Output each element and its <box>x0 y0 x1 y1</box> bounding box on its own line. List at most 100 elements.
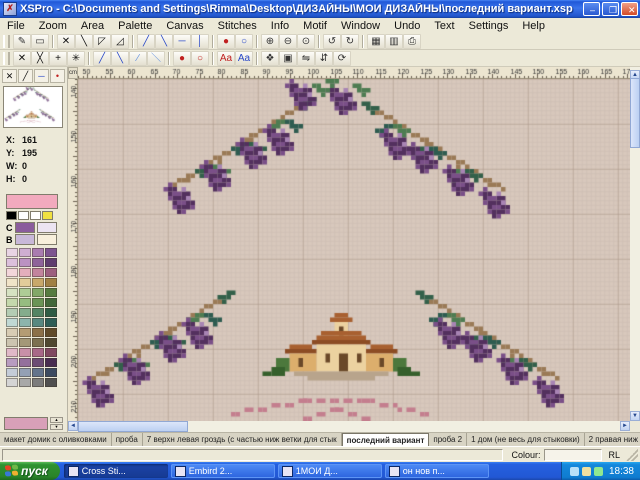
palette-swatch[interactable] <box>19 318 31 327</box>
palette-swatch[interactable] <box>6 308 18 317</box>
pencil-tool-button[interactable]: ✎ <box>13 34 31 49</box>
palette-swatch[interactable] <box>6 268 18 277</box>
backstitch-ne-tool-button[interactable]: ╱ <box>137 34 155 49</box>
scroll-right-button[interactable]: ► <box>620 421 630 431</box>
full-stitch-tool-button[interactable]: ✕ <box>57 34 75 49</box>
half-stitch-tool-button[interactable]: ╲ <box>75 34 93 49</box>
task-button[interactable]: 1МОИ Д... <box>278 464 382 478</box>
stitch-cross-button[interactable]: ✕ <box>13 51 31 66</box>
palette-swatch[interactable] <box>45 278 57 287</box>
basic-colour-swatch[interactable] <box>42 211 53 220</box>
menu-item-undo[interactable]: Undo <box>387 19 427 33</box>
flip-horizontal-button[interactable]: ⇋ <box>297 51 315 66</box>
backstitch-thin-button[interactable]: ╱ <box>93 51 111 66</box>
palette-swatch[interactable] <box>19 288 31 297</box>
select-tool-button[interactable]: ▭ <box>31 34 49 49</box>
palette-swatch[interactable] <box>6 278 18 287</box>
menu-item-stitches[interactable]: Stitches <box>211 19 264 33</box>
palette-swatch[interactable] <box>32 308 44 317</box>
palette-swatch[interactable] <box>19 378 31 387</box>
palette-swatch[interactable] <box>45 298 57 307</box>
colour-c-swatch-1[interactable] <box>15 222 35 233</box>
palette-swatch[interactable] <box>32 278 44 287</box>
backstitch-long-button[interactable]: ＼ <box>147 51 165 66</box>
vertical-scroll-thumb[interactable] <box>630 78 640 148</box>
palette-swatch[interactable] <box>45 288 57 297</box>
quarter-stitch-tool-button[interactable]: ◸ <box>93 34 111 49</box>
palette-scroll-down[interactable]: ▼ <box>50 424 63 430</box>
palette-swatch[interactable] <box>45 378 57 387</box>
palette-swatch[interactable] <box>6 298 18 307</box>
basic-colour-swatch[interactable] <box>18 211 29 220</box>
palette-swatch[interactable] <box>45 308 57 317</box>
colour-b-swatch-2[interactable] <box>37 234 57 245</box>
palette-wide-swatch[interactable] <box>4 417 48 430</box>
three-quarter-stitch-tool-button[interactable]: ◿ <box>111 34 129 49</box>
backstitch-v-tool-button[interactable]: │ <box>191 34 209 49</box>
zoom-fit-button[interactable]: ⊙ <box>297 34 315 49</box>
menu-item-window[interactable]: Window <box>334 19 387 33</box>
palette-swatch[interactable] <box>6 258 18 267</box>
backstitch-light-button[interactable]: ∕ <box>129 51 147 66</box>
mini-half-stitch-button[interactable]: ╱ <box>18 69 33 83</box>
palette-swatch[interactable] <box>19 248 31 257</box>
scroll-left-button[interactable]: ◄ <box>68 421 78 431</box>
palette-swatch[interactable] <box>19 278 31 287</box>
palette-swatch[interactable] <box>19 258 31 267</box>
palette-swatch[interactable] <box>6 338 18 347</box>
palette-swatch[interactable] <box>32 338 44 347</box>
menu-item-zoom[interactable]: Zoom <box>32 19 74 33</box>
palette-swatch[interactable] <box>19 328 31 337</box>
basic-colour-swatch[interactable] <box>6 211 17 220</box>
tray-volume-icon[interactable] <box>582 467 591 476</box>
palette-swatch[interactable] <box>19 298 31 307</box>
pattern-tab[interactable]: проба <box>112 433 143 447</box>
menu-item-motif[interactable]: Motif <box>296 19 334 33</box>
selected-colour-swatch[interactable] <box>6 194 58 209</box>
redo-button[interactable]: ↻ <box>341 34 359 49</box>
bead-tool-button[interactable]: ○ <box>235 34 253 49</box>
palette-swatch[interactable] <box>6 368 18 377</box>
menu-item-area[interactable]: Area <box>74 19 111 33</box>
palette-scroll-up[interactable]: ▲ <box>50 417 63 423</box>
mini-full-stitch-button[interactable]: ✕ <box>2 69 17 83</box>
task-button[interactable]: Cross Sti... <box>64 464 168 478</box>
knot-open-button[interactable]: ○ <box>191 51 209 66</box>
palette-swatch[interactable] <box>6 318 18 327</box>
close-button[interactable]: ✕ <box>621 2 638 16</box>
palette-swatch[interactable] <box>19 338 31 347</box>
motif-library-button[interactable]: ❖ <box>261 51 279 66</box>
palette-swatch[interactable] <box>32 358 44 367</box>
palette-swatch[interactable] <box>32 268 44 277</box>
palette-swatch[interactable] <box>45 358 57 367</box>
basic-colour-swatch[interactable] <box>30 211 41 220</box>
tray-display-icon[interactable] <box>570 467 579 476</box>
palette-swatch[interactable] <box>32 378 44 387</box>
palette-swatch[interactable] <box>19 358 31 367</box>
palette-swatch[interactable] <box>32 258 44 267</box>
menu-item-text[interactable]: Text <box>427 19 461 33</box>
colour-c-swatch-2[interactable] <box>37 222 57 233</box>
palette-swatch[interactable] <box>19 368 31 377</box>
horizontal-scroll-thumb[interactable] <box>78 421 188 432</box>
knot-filled-button[interactable]: ● <box>173 51 191 66</box>
palette-swatch[interactable] <box>32 348 44 357</box>
palette-swatch[interactable] <box>45 268 57 277</box>
stitch-upright-button[interactable]: + <box>49 51 67 66</box>
palette-swatch[interactable] <box>45 368 57 377</box>
task-button[interactable]: Embird 2... <box>171 464 275 478</box>
palette-swatch[interactable] <box>45 248 57 257</box>
motif-frame-button[interactable]: ▣ <box>279 51 297 66</box>
palette-swatch[interactable] <box>32 298 44 307</box>
pattern-preview[interactable] <box>3 86 63 128</box>
undo-button[interactable]: ↺ <box>323 34 341 49</box>
french-knot-tool-button[interactable]: ● <box>217 34 235 49</box>
scroll-down-button[interactable]: ▼ <box>630 411 640 421</box>
minimize-button[interactable]: – <box>583 2 600 16</box>
palette-swatch[interactable] <box>32 248 44 257</box>
stitch-star-button[interactable]: ✳ <box>67 51 85 66</box>
palette-swatch[interactable] <box>19 308 31 317</box>
taskbar-clock[interactable]: 18:38 <box>609 466 634 477</box>
palette-swatch[interactable] <box>19 268 31 277</box>
backstitch-h-tool-button[interactable]: ─ <box>173 34 191 49</box>
